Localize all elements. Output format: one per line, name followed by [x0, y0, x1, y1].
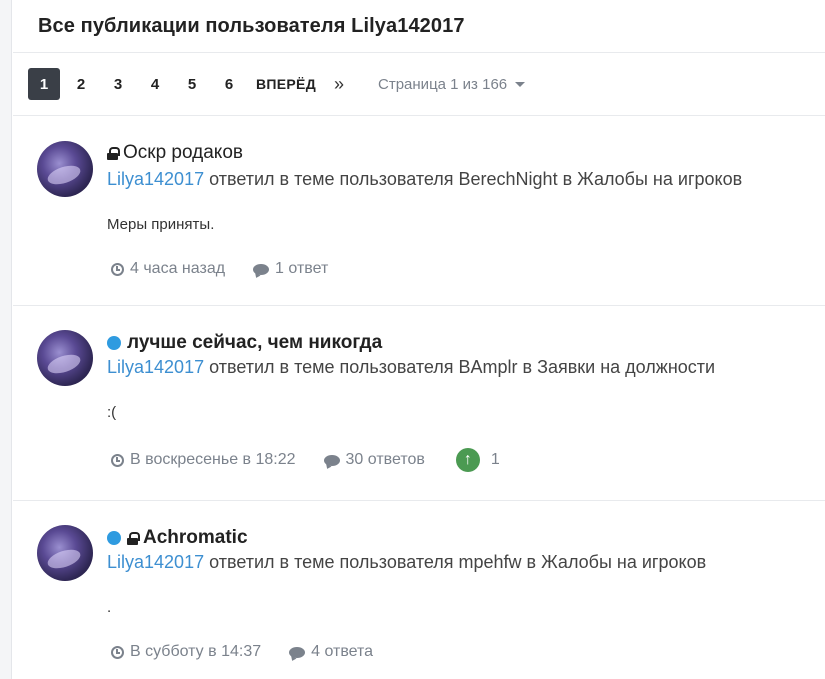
user-link[interactable]: Lilya142017 [107, 357, 204, 377]
post-title-text[interactable]: лучше сейчас, чем никогда [127, 332, 382, 354]
page-info-label: Страница 1 из 166 [378, 75, 508, 93]
clock-icon [111, 645, 124, 659]
page-title: Все публикации пользователя Lilya142017 [38, 14, 465, 37]
user-link[interactable]: Lilya142017 [107, 552, 204, 572]
left-sidebar-edge [0, 0, 12, 679]
post-meta: В субботу в 14:37 4 ответа [111, 643, 373, 661]
user-link[interactable]: Lilya142017 [107, 169, 204, 189]
replies-count: 4 ответа [289, 643, 373, 661]
post-time-text: В воскресенье в 18:22 [130, 451, 296, 468]
post-meta: В воскресенье в 18:22 30 ответов ↑ 1 [111, 448, 500, 472]
reputation[interactable]: ↑ 1 [455, 448, 500, 472]
post-byline: Lilya142017 ответил в теме пользователя … [107, 169, 742, 190]
pagination: 1 2 3 4 5 6 ВПЕРЁД » Страница 1 из 166 [13, 53, 825, 116]
post-content: Меры приняты. [107, 216, 215, 233]
replies-count: 1 ответ [253, 260, 328, 278]
page-4-button[interactable]: 4 [139, 68, 171, 100]
post-time[interactable]: В субботу в 14:37 [111, 643, 261, 661]
post-byline: Lilya142017 ответил в теме пользователя … [107, 552, 706, 573]
unread-dot-icon [107, 531, 121, 545]
post-title[interactable]: лучше сейчас, чем никогда [107, 332, 382, 354]
clock-icon [111, 262, 124, 276]
upvote-icon: ↑ [455, 448, 480, 472]
post-title[interactable]: Achromatic [107, 527, 248, 549]
double-chevron-right-icon[interactable]: » [334, 74, 344, 95]
reputation-count: 1 [490, 451, 500, 468]
post-meta: 4 часа назад 1 ответ [111, 260, 328, 278]
post-title-text[interactable]: Achromatic [143, 527, 248, 549]
activity-item: Achromatic Lilya142017 ответил в теме по… [13, 501, 825, 679]
post-content: :( [107, 404, 117, 421]
comment-icon [289, 646, 306, 658]
page-2-button[interactable]: 2 [65, 68, 97, 100]
avatar[interactable] [37, 525, 93, 581]
page-3-button[interactable]: 3 [102, 68, 134, 100]
post-time[interactable]: В воскресенье в 18:22 [111, 451, 296, 469]
activity-page: Все публикации пользователя Lilya142017 … [13, 0, 825, 679]
post-time-text: 4 часа назад [130, 260, 226, 277]
post-time[interactable]: 4 часа назад [111, 260, 225, 278]
activity-item: Оскр родаков Lilya142017 ответил в теме … [13, 117, 825, 306]
caret-down-icon [515, 81, 526, 87]
replies-count-text: 4 ответа [311, 643, 374, 660]
replies-count-text: 30 ответов [345, 451, 425, 468]
unread-dot-icon [107, 336, 121, 350]
avatar[interactable] [37, 330, 93, 386]
activity-item: лучше сейчас, чем никогда Lilya142017 от… [13, 306, 825, 501]
comment-icon [253, 263, 270, 275]
clock-icon [111, 453, 124, 467]
page-header: Все публикации пользователя Lilya142017 [13, 0, 825, 53]
page-5-button[interactable]: 5 [176, 68, 208, 100]
post-title-text[interactable]: Оскр родаков [123, 142, 243, 164]
byline-text: ответил в теме пользователя BAmplr в Зая… [204, 357, 716, 377]
replies-count: 30 ответов [323, 451, 425, 469]
avatar[interactable] [37, 141, 93, 197]
page-1-button[interactable]: 1 [28, 68, 60, 100]
next-page-button[interactable]: ВПЕРЁД [256, 76, 316, 92]
post-time-text: В субботу в 14:37 [130, 643, 262, 660]
byline-text: ответил в теме пользователя BerechNight … [204, 169, 743, 189]
post-title[interactable]: Оскр родаков [107, 142, 243, 164]
post-byline: Lilya142017 ответил в теме пользователя … [107, 357, 715, 378]
page-6-button[interactable]: 6 [213, 68, 245, 100]
lock-icon [107, 146, 120, 160]
lock-icon [127, 531, 140, 545]
byline-text: ответил в теме пользователя mpehfw в Жал… [204, 552, 707, 572]
page-jump-dropdown[interactable]: Страница 1 из 166 [378, 75, 526, 93]
replies-count-text: 1 ответ [275, 260, 329, 277]
post-content: . [107, 599, 112, 616]
comment-icon [323, 454, 340, 466]
